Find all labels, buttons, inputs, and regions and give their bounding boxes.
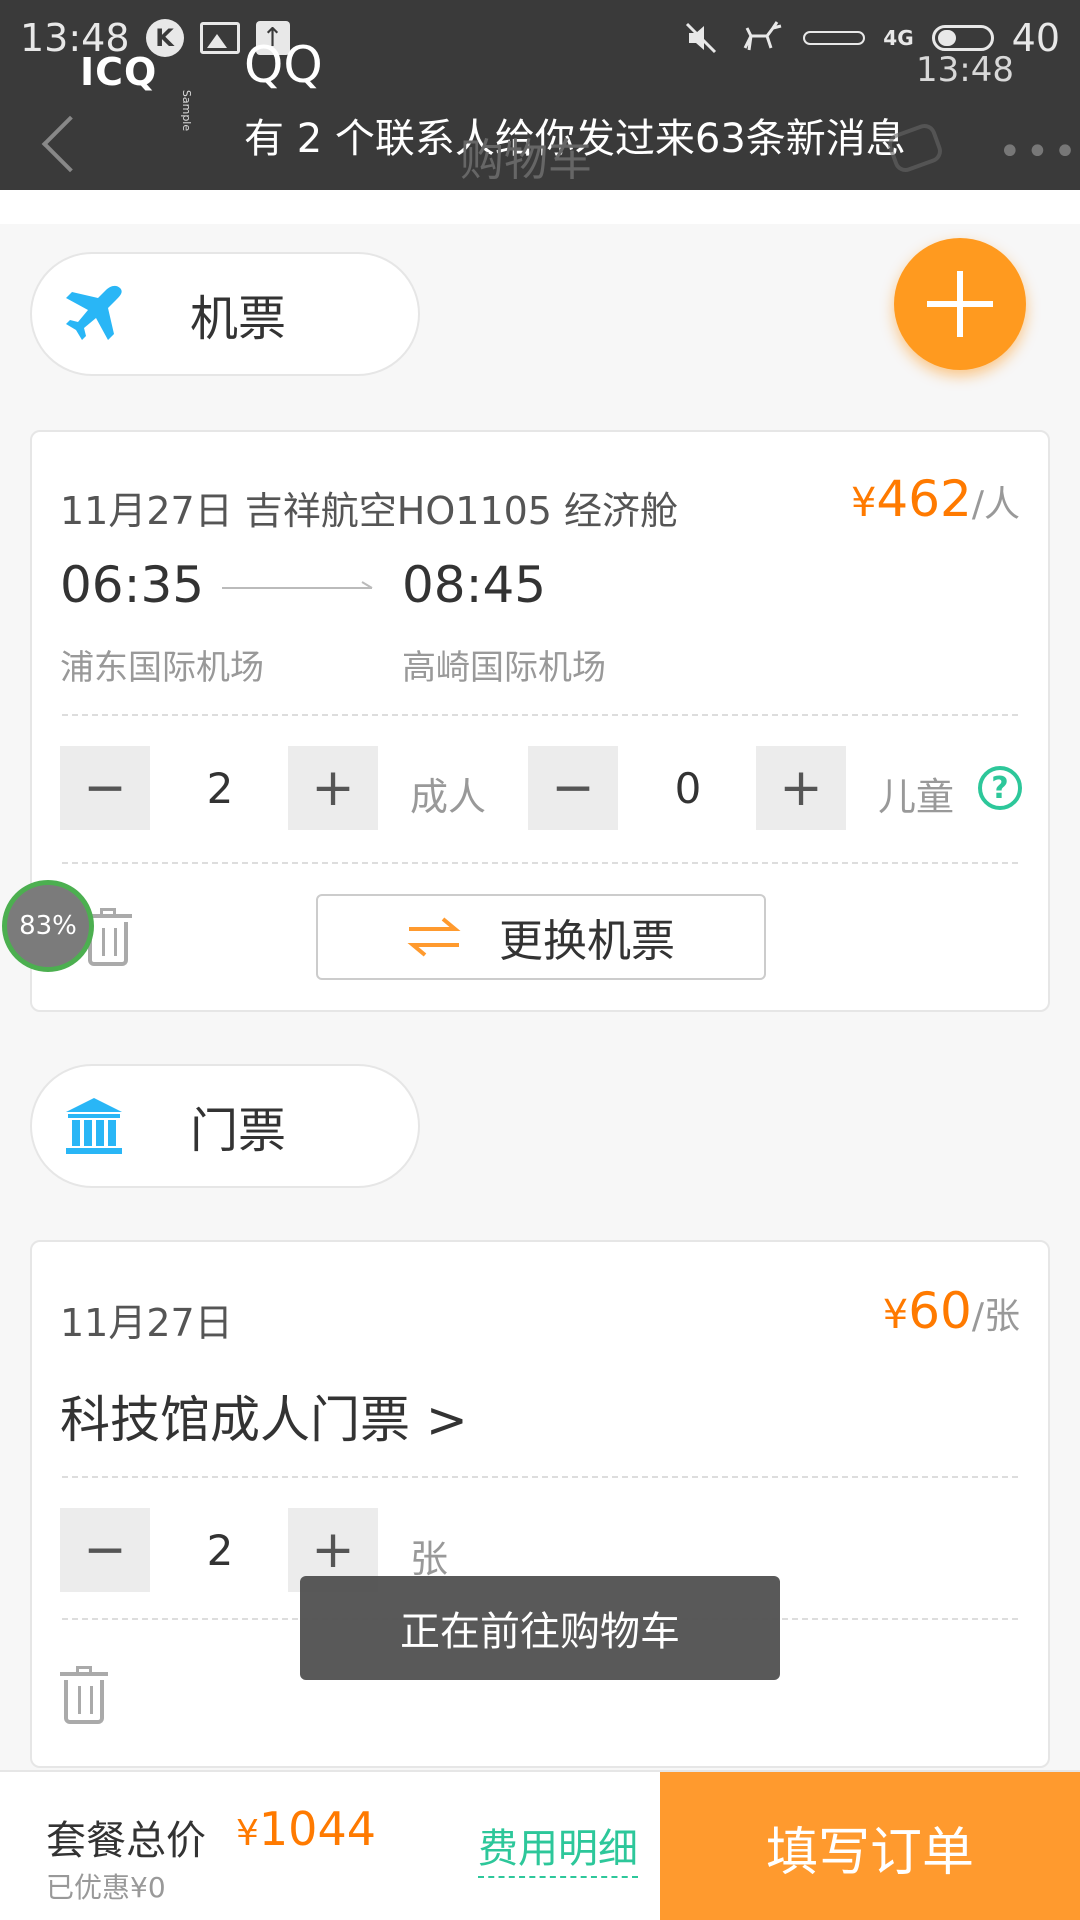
trash-icon[interactable] [60, 1666, 108, 1726]
flight-category-tab[interactable]: 机票 [30, 252, 420, 376]
ticket-minus-button[interactable]: − [60, 1508, 150, 1592]
total-price: ¥1044 [236, 1802, 376, 1856]
ticket-category-label: 门票 [190, 1103, 287, 1159]
ticket-date: 11月27日 [60, 1301, 233, 1345]
child-label: 儿童 [878, 775, 955, 819]
network-label: 4G [883, 26, 914, 50]
fee-detail-link[interactable]: 费用明细 [478, 1816, 638, 1878]
total-currency: ¥ [236, 1813, 259, 1854]
arrive-time: 08:45 [402, 556, 547, 614]
header-divider [0, 190, 1080, 224]
total-label: 套餐总价 [46, 1818, 206, 1864]
museum-icon [60, 1092, 128, 1160]
page-title: 购物车 [460, 135, 592, 186]
icq-logo: ICQ [80, 50, 158, 94]
ticket-price-unit: /张 [971, 1296, 1020, 1337]
child-minus-button[interactable]: − [528, 746, 618, 830]
adult-minus-button[interactable]: − [60, 746, 150, 830]
add-button[interactable] [894, 238, 1026, 370]
flight-price: ¥462/人 [851, 470, 1020, 528]
sample-watermark: Sample [180, 89, 194, 132]
adult-label: 成人 [410, 775, 487, 819]
divider [62, 862, 1018, 864]
swap-icon [407, 917, 461, 957]
mute-icon [686, 22, 717, 54]
airplane-icon [60, 280, 128, 348]
status-bar: 13:48 K ↑ 4G 40 [20, 14, 1060, 62]
ticket-card: 11月27日 ¥60/张 科技馆成人门票 > − 2 + 张 [30, 1240, 1050, 1768]
deer-icon [743, 21, 782, 51]
ticket-unit: 张 [410, 1537, 449, 1581]
ticket-name-link[interactable]: 科技馆成人门票 > [60, 1380, 468, 1452]
help-icon[interactable]: ? [978, 766, 1022, 810]
child-plus-button[interactable]: + [756, 746, 846, 830]
notification-time: 13:48 [916, 50, 1014, 90]
more-icon[interactable]: ••• [998, 132, 1080, 172]
notification-title[interactable]: QQ [244, 36, 323, 94]
flight-card: 11月27日 吉祥航空HO1105 经济舱 ¥462/人 06:35 08:45… [30, 430, 1050, 1012]
discount-text: 已优惠¥0 [46, 1871, 166, 1904]
depart-airport: 浦东国际机场 [60, 648, 264, 688]
ticket-price: ¥60/张 [883, 1282, 1020, 1340]
total-value: 1044 [258, 1802, 376, 1856]
image-icon [199, 22, 240, 54]
ticket-count: 2 [206, 1525, 234, 1575]
back-icon[interactable] [41, 115, 99, 173]
bottom-bar: 套餐总价 ¥1044 已优惠¥0 费用明细 填写订单 [0, 1770, 1080, 1920]
flight-info: 11月27日 吉祥航空HO1105 经济舱 [60, 489, 679, 533]
app-header: 13:48 K ↑ 4G 40 ICQ Sample QQ 有 2 个联系人给你… [0, 0, 1080, 190]
child-count: 0 [674, 763, 702, 813]
flight-price-unit: /人 [971, 484, 1020, 525]
battery-icon [931, 25, 994, 51]
flight-price-currency: ¥ [850, 480, 877, 526]
divider [62, 1476, 1018, 1478]
flight-category-label: 机票 [190, 291, 287, 347]
arrive-airport: 高崎国际机场 [402, 648, 606, 688]
adult-count: 2 [206, 763, 234, 813]
wifi-icon [803, 31, 866, 45]
toast-message: 正在前往购物车 [300, 1576, 780, 1680]
progress-bubble[interactable]: 83% [2, 880, 94, 972]
ticket-price-currency: ¥ [882, 1292, 909, 1338]
adult-plus-button[interactable]: + [288, 746, 378, 830]
change-flight-label: 更换机票 [499, 916, 675, 967]
flight-arrow-icon [222, 581, 373, 589]
battery-level: 40 [1011, 16, 1060, 60]
ticket-price-value: 60 [908, 1282, 972, 1340]
submit-order-button[interactable]: 填写订单 [660, 1772, 1080, 1920]
ticket-category-tab[interactable]: 门票 [30, 1064, 420, 1188]
change-flight-button[interactable]: 更换机票 [316, 894, 766, 980]
divider [62, 714, 1018, 716]
flight-price-value: 462 [876, 470, 972, 528]
depart-time: 06:35 [60, 556, 205, 614]
